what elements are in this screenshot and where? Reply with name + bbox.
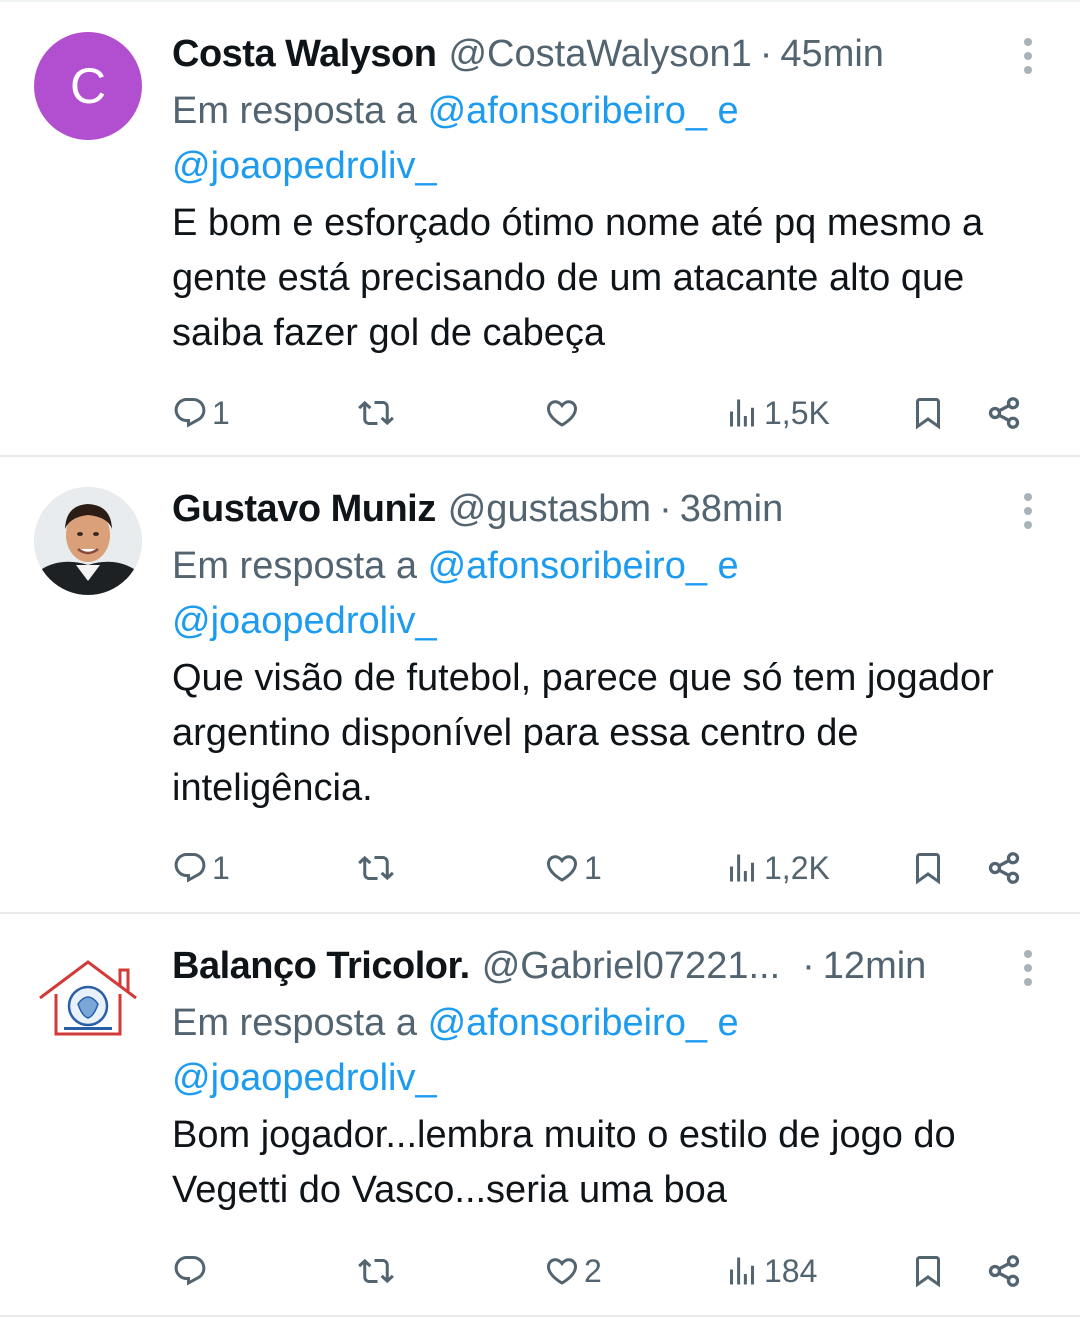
like-count: 2 [584, 1252, 602, 1289]
profile-photo-icon [34, 487, 142, 595]
views-count: 1,5K [764, 394, 830, 431]
author-handle[interactable]: @CostaWalyson1 [448, 33, 751, 76]
tweet[interactable]: Balanço Tricolor. @Gabriel07221... · 12m… [0, 914, 1080, 1317]
mention-link[interactable]: @afonsoribeiro_ [428, 545, 707, 587]
tweet[interactable]: Gustavo Muniz @gustasbm · 38min Em respo… [0, 457, 1080, 914]
bookmark-icon [910, 395, 946, 431]
heart-icon [544, 850, 580, 886]
like-button[interactable]: 1 [544, 850, 602, 887]
mention-link[interactable]: @afonsoribeiro_ [428, 1002, 707, 1044]
tweet-text: Que visão de futebol, parece que só tem … [172, 657, 994, 809]
mention-link[interactable]: @joaopedroliv_ [172, 600, 437, 642]
reply-count: 1 [212, 849, 230, 886]
tweet-header: Gustavo Muniz @gustasbm · 38min [172, 481, 1040, 537]
author-name[interactable]: Costa Walyson [172, 33, 437, 76]
tweet-header: Costa Walyson @CostaWalyson1 · 45min [172, 26, 1040, 82]
bookmark-icon [910, 1253, 946, 1289]
bookmark-icon [910, 850, 946, 886]
like-button[interactable]: 2 [544, 1253, 602, 1290]
bookmark-button[interactable] [910, 1253, 946, 1289]
reply-context: Em resposta a @afonsoribeiro_ e @joaoped… [172, 84, 1040, 194]
mention-link[interactable]: @afonsoribeiro_ [428, 90, 707, 132]
reply-icon [172, 395, 208, 431]
views-icon [724, 395, 760, 431]
share-button[interactable] [986, 395, 1022, 431]
separator: · [659, 487, 672, 530]
reply-and: e [717, 545, 739, 587]
share-icon [986, 395, 1022, 431]
author-handle[interactable]: @Gabriel07221... [482, 945, 780, 988]
views-button[interactable]: 184 [724, 1253, 817, 1290]
views-icon [724, 1253, 760, 1289]
house-lion-logo-icon [34, 944, 142, 1052]
reply-icon [172, 1253, 208, 1289]
reply-and: e [717, 90, 739, 132]
retweet-button[interactable] [358, 395, 398, 431]
reply-count: 1 [212, 394, 230, 431]
views-count: 1,2K [764, 849, 830, 886]
share-button[interactable] [986, 850, 1022, 886]
retweet-icon [358, 1253, 394, 1289]
reply-context: Em resposta a @afonsoribeiro_ e @joaoped… [172, 996, 1040, 1106]
retweet-icon [358, 395, 394, 431]
views-count: 184 [764, 1252, 818, 1289]
reply-and: e [717, 1002, 739, 1044]
timestamp[interactable]: 38min [680, 488, 784, 531]
share-icon [986, 850, 1022, 886]
retweet-button[interactable] [358, 850, 398, 886]
heart-icon [544, 1253, 580, 1289]
views-button[interactable]: 1,2K [724, 850, 830, 887]
retweet-button[interactable] [358, 1253, 398, 1289]
avatar[interactable] [34, 944, 142, 1052]
tweet[interactable]: C Costa Walyson @CostaWalyson1 · 45min E… [0, 0, 1080, 457]
views-icon [724, 850, 760, 886]
mention-link[interactable]: @joaopedroliv_ [172, 145, 437, 187]
tweet-text: E bom e esforçado ótimo nome até pq mesm… [172, 202, 984, 354]
separator: · [802, 944, 815, 987]
views-button[interactable]: 1,5K [724, 395, 830, 432]
retweet-icon [358, 850, 394, 886]
reply-prefix: Em resposta a [172, 90, 417, 132]
action-bar: 1 1,5K [172, 388, 1040, 438]
reply-icon [172, 850, 208, 886]
share-icon [986, 1253, 1022, 1289]
author-name[interactable]: Gustavo Muniz [172, 488, 436, 531]
action-bar: 1 1 1,2K [172, 843, 1040, 893]
avatar[interactable]: C [34, 32, 142, 140]
reply-button[interactable]: 1 [172, 850, 230, 887]
bookmark-button[interactable] [910, 850, 946, 886]
separator: · [759, 32, 773, 75]
mention-link[interactable]: @joaopedroliv_ [172, 1057, 437, 1099]
like-button[interactable] [544, 395, 584, 431]
action-bar: 2 184 [172, 1246, 1040, 1296]
avatar-letter: C [69, 58, 107, 114]
like-count: 1 [584, 849, 602, 886]
reply-button[interactable] [172, 1253, 212, 1289]
timestamp[interactable]: 45min [780, 33, 884, 76]
reply-button[interactable]: 1 [172, 395, 230, 432]
tweet-header: Balanço Tricolor. @Gabriel07221... · 12m… [172, 938, 1040, 994]
reply-prefix: Em resposta a [172, 1002, 417, 1044]
bookmark-button[interactable] [910, 395, 946, 431]
reply-context: Em resposta a @afonsoribeiro_ e @joaoped… [172, 539, 1040, 649]
share-button[interactable] [986, 1253, 1022, 1289]
author-name[interactable]: Balanço Tricolor. [172, 945, 470, 988]
avatar[interactable] [34, 487, 142, 595]
author-handle[interactable]: @gustasbm [448, 488, 651, 531]
timestamp[interactable]: 12min [823, 945, 927, 988]
tweet-text: Bom jogador...lembra muito o estilo de j… [172, 1114, 956, 1211]
reply-prefix: Em resposta a [172, 545, 417, 587]
heart-icon [544, 395, 580, 431]
